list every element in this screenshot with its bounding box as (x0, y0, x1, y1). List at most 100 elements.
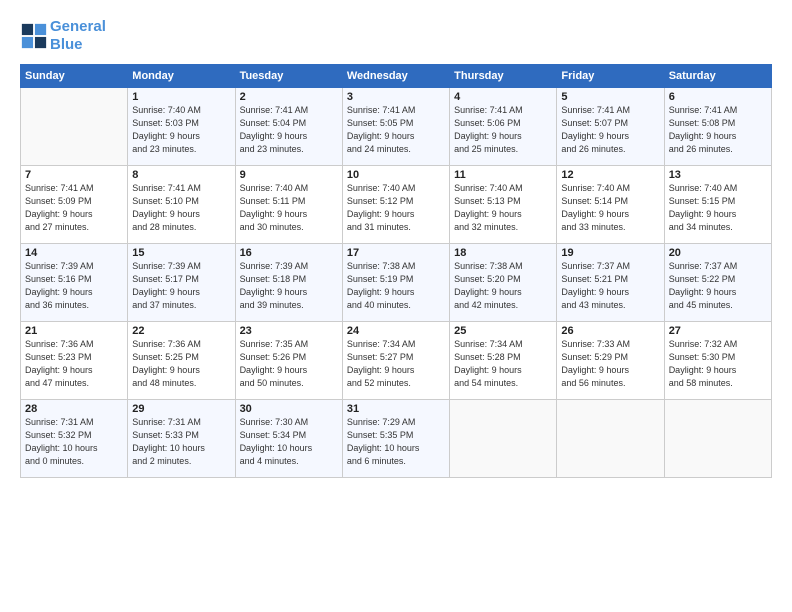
day-number: 11 (454, 169, 552, 181)
day-number: 19 (561, 247, 659, 259)
day-info: Sunrise: 7:40 AM Sunset: 5:15 PM Dayligh… (669, 182, 767, 234)
day-info: Sunrise: 7:30 AM Sunset: 5:34 PM Dayligh… (240, 416, 338, 468)
calendar-week-row: 28Sunrise: 7:31 AM Sunset: 5:32 PM Dayli… (21, 400, 772, 478)
day-number: 18 (454, 247, 552, 259)
day-number: 12 (561, 169, 659, 181)
header: General Blue (20, 18, 772, 54)
day-number: 15 (132, 247, 230, 259)
day-number: 30 (240, 403, 338, 415)
day-info: Sunrise: 7:41 AM Sunset: 5:07 PM Dayligh… (561, 104, 659, 156)
calendar-cell (21, 88, 128, 166)
day-info: Sunrise: 7:34 AM Sunset: 5:27 PM Dayligh… (347, 338, 445, 390)
calendar-cell: 30Sunrise: 7:30 AM Sunset: 5:34 PM Dayli… (235, 400, 342, 478)
day-number: 14 (25, 247, 123, 259)
logo-text: General Blue (50, 18, 106, 54)
day-number: 8 (132, 169, 230, 181)
weekday-header: Monday (128, 65, 235, 88)
day-info: Sunrise: 7:35 AM Sunset: 5:26 PM Dayligh… (240, 338, 338, 390)
calendar-cell: 29Sunrise: 7:31 AM Sunset: 5:33 PM Dayli… (128, 400, 235, 478)
day-number: 29 (132, 403, 230, 415)
calendar-cell: 20Sunrise: 7:37 AM Sunset: 5:22 PM Dayli… (664, 244, 771, 322)
day-number: 10 (347, 169, 445, 181)
day-number: 27 (669, 325, 767, 337)
day-number: 25 (454, 325, 552, 337)
calendar-cell: 12Sunrise: 7:40 AM Sunset: 5:14 PM Dayli… (557, 166, 664, 244)
day-number: 4 (454, 91, 552, 103)
weekday-header: Wednesday (342, 65, 449, 88)
day-info: Sunrise: 7:38 AM Sunset: 5:20 PM Dayligh… (454, 260, 552, 312)
calendar-cell: 3Sunrise: 7:41 AM Sunset: 5:05 PM Daylig… (342, 88, 449, 166)
day-info: Sunrise: 7:39 AM Sunset: 5:17 PM Dayligh… (132, 260, 230, 312)
day-number: 5 (561, 91, 659, 103)
day-info: Sunrise: 7:31 AM Sunset: 5:33 PM Dayligh… (132, 416, 230, 468)
day-number: 7 (25, 169, 123, 181)
calendar-cell: 13Sunrise: 7:40 AM Sunset: 5:15 PM Dayli… (664, 166, 771, 244)
day-number: 31 (347, 403, 445, 415)
day-info: Sunrise: 7:40 AM Sunset: 5:12 PM Dayligh… (347, 182, 445, 234)
calendar-cell: 27Sunrise: 7:32 AM Sunset: 5:30 PM Dayli… (664, 322, 771, 400)
day-info: Sunrise: 7:36 AM Sunset: 5:23 PM Dayligh… (25, 338, 123, 390)
calendar-cell: 1Sunrise: 7:40 AM Sunset: 5:03 PM Daylig… (128, 88, 235, 166)
day-info: Sunrise: 7:33 AM Sunset: 5:29 PM Dayligh… (561, 338, 659, 390)
logo: General Blue (20, 18, 106, 54)
calendar-week-row: 21Sunrise: 7:36 AM Sunset: 5:23 PM Dayli… (21, 322, 772, 400)
calendar-cell: 11Sunrise: 7:40 AM Sunset: 5:13 PM Dayli… (450, 166, 557, 244)
weekday-header: Thursday (450, 65, 557, 88)
calendar-cell: 9Sunrise: 7:40 AM Sunset: 5:11 PM Daylig… (235, 166, 342, 244)
weekday-header: Friday (557, 65, 664, 88)
day-info: Sunrise: 7:41 AM Sunset: 5:10 PM Dayligh… (132, 182, 230, 234)
calendar-cell (557, 400, 664, 478)
day-number: 3 (347, 91, 445, 103)
day-info: Sunrise: 7:41 AM Sunset: 5:08 PM Dayligh… (669, 104, 767, 156)
calendar-cell: 19Sunrise: 7:37 AM Sunset: 5:21 PM Dayli… (557, 244, 664, 322)
day-number: 28 (25, 403, 123, 415)
day-info: Sunrise: 7:41 AM Sunset: 5:06 PM Dayligh… (454, 104, 552, 156)
calendar-cell: 23Sunrise: 7:35 AM Sunset: 5:26 PM Dayli… (235, 322, 342, 400)
calendar-cell: 6Sunrise: 7:41 AM Sunset: 5:08 PM Daylig… (664, 88, 771, 166)
calendar-week-row: 7Sunrise: 7:41 AM Sunset: 5:09 PM Daylig… (21, 166, 772, 244)
page: General Blue SundayMondayTuesdayWednesda… (0, 0, 792, 612)
day-info: Sunrise: 7:40 AM Sunset: 5:03 PM Dayligh… (132, 104, 230, 156)
day-info: Sunrise: 7:37 AM Sunset: 5:21 PM Dayligh… (561, 260, 659, 312)
day-number: 16 (240, 247, 338, 259)
calendar-cell (664, 400, 771, 478)
calendar-cell: 22Sunrise: 7:36 AM Sunset: 5:25 PM Dayli… (128, 322, 235, 400)
day-number: 21 (25, 325, 123, 337)
calendar-cell (450, 400, 557, 478)
day-number: 6 (669, 91, 767, 103)
calendar-cell: 14Sunrise: 7:39 AM Sunset: 5:16 PM Dayli… (21, 244, 128, 322)
day-info: Sunrise: 7:40 AM Sunset: 5:14 PM Dayligh… (561, 182, 659, 234)
calendar-week-row: 1Sunrise: 7:40 AM Sunset: 5:03 PM Daylig… (21, 88, 772, 166)
calendar-cell: 28Sunrise: 7:31 AM Sunset: 5:32 PM Dayli… (21, 400, 128, 478)
day-number: 2 (240, 91, 338, 103)
weekday-header: Saturday (664, 65, 771, 88)
day-info: Sunrise: 7:39 AM Sunset: 5:16 PM Dayligh… (25, 260, 123, 312)
calendar-cell: 17Sunrise: 7:38 AM Sunset: 5:19 PM Dayli… (342, 244, 449, 322)
day-info: Sunrise: 7:32 AM Sunset: 5:30 PM Dayligh… (669, 338, 767, 390)
calendar-cell: 21Sunrise: 7:36 AM Sunset: 5:23 PM Dayli… (21, 322, 128, 400)
day-number: 26 (561, 325, 659, 337)
day-info: Sunrise: 7:34 AM Sunset: 5:28 PM Dayligh… (454, 338, 552, 390)
day-info: Sunrise: 7:40 AM Sunset: 5:11 PM Dayligh… (240, 182, 338, 234)
calendar-table: SundayMondayTuesdayWednesdayThursdayFrid… (20, 64, 772, 478)
day-number: 22 (132, 325, 230, 337)
day-info: Sunrise: 7:38 AM Sunset: 5:19 PM Dayligh… (347, 260, 445, 312)
day-info: Sunrise: 7:39 AM Sunset: 5:18 PM Dayligh… (240, 260, 338, 312)
day-info: Sunrise: 7:40 AM Sunset: 5:13 PM Dayligh… (454, 182, 552, 234)
day-number: 1 (132, 91, 230, 103)
day-number: 17 (347, 247, 445, 259)
day-number: 9 (240, 169, 338, 181)
day-info: Sunrise: 7:36 AM Sunset: 5:25 PM Dayligh… (132, 338, 230, 390)
day-info: Sunrise: 7:37 AM Sunset: 5:22 PM Dayligh… (669, 260, 767, 312)
calendar-cell: 18Sunrise: 7:38 AM Sunset: 5:20 PM Dayli… (450, 244, 557, 322)
calendar-cell: 16Sunrise: 7:39 AM Sunset: 5:18 PM Dayli… (235, 244, 342, 322)
weekday-header: Sunday (21, 65, 128, 88)
day-info: Sunrise: 7:41 AM Sunset: 5:05 PM Dayligh… (347, 104, 445, 156)
day-info: Sunrise: 7:41 AM Sunset: 5:04 PM Dayligh… (240, 104, 338, 156)
calendar-cell: 25Sunrise: 7:34 AM Sunset: 5:28 PM Dayli… (450, 322, 557, 400)
day-number: 23 (240, 325, 338, 337)
calendar-week-row: 14Sunrise: 7:39 AM Sunset: 5:16 PM Dayli… (21, 244, 772, 322)
calendar-cell: 5Sunrise: 7:41 AM Sunset: 5:07 PM Daylig… (557, 88, 664, 166)
calendar-cell: 4Sunrise: 7:41 AM Sunset: 5:06 PM Daylig… (450, 88, 557, 166)
calendar-cell: 2Sunrise: 7:41 AM Sunset: 5:04 PM Daylig… (235, 88, 342, 166)
